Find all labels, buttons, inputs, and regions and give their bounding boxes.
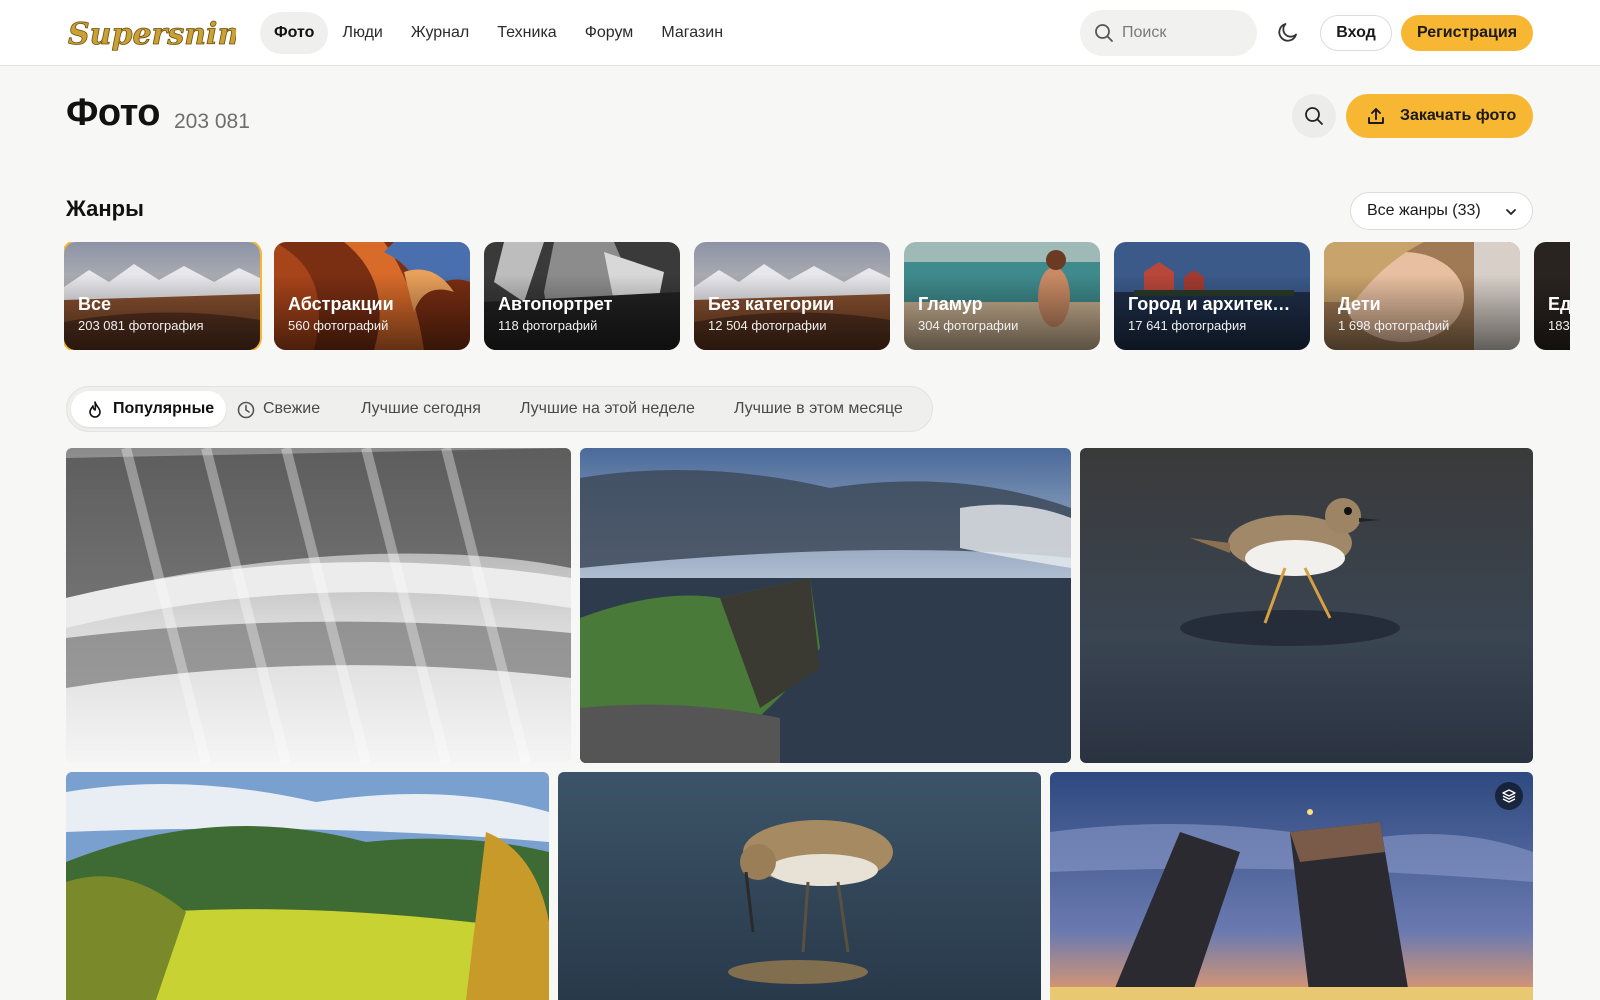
nav-item-people[interactable]: Люди [328,12,396,54]
svg-text:Supersnimki: Supersnimki [68,17,236,52]
clock-icon [237,401,255,419]
genre-name: Автопортрет [498,294,613,314]
genre-name: Без категории [708,294,835,314]
genre-card-children[interactable]: Дети 1 698 фотографий [1324,242,1520,350]
photo-sandpiper-water[interactable] [558,772,1041,1000]
genre-card-abstract[interactable]: Абстракции 560 фотографий [274,242,470,350]
genre-name: Гламур [918,294,983,314]
register-button[interactable]: Регистрация [1401,15,1533,51]
photo-total-count: 203 081 [174,110,250,133]
photo-image [66,448,571,763]
dark-mode-moon-icon[interactable] [1276,20,1300,44]
nav-item-shop[interactable]: Магазин [647,12,737,54]
photo-image [558,772,1041,1000]
all-genres-dropdown[interactable]: Все жанры (33) [1350,192,1533,230]
genre-name: Город и архитек… [1128,294,1291,314]
photo-plover-bird[interactable] [1080,448,1533,763]
main-nav: Фото Люди Журнал Техника Форум Магазин [260,12,737,54]
nav-item-journal[interactable]: Журнал [397,12,483,54]
search-icon [1305,107,1323,125]
genre-name: Дети [1338,294,1381,314]
nav-item-forum[interactable]: Форум [571,12,648,54]
upload-icon [1368,108,1384,124]
genre-count: 304 фотографии [918,318,1019,333]
login-button[interactable]: Вход [1320,15,1392,51]
top-header: Supersnimki Фото Люди Журнал Техника Фор… [0,0,1600,66]
genre-card-uncategorized[interactable]: Без категории 12 504 фотографии [694,242,890,350]
photo-filter-tabs: Популярные Свежие Лучшие сегодня Лучшие … [66,386,933,432]
genre-count: 12 504 фотографии [708,318,827,333]
photo-image [1050,772,1533,1000]
tab-best-week[interactable]: Лучшие на этой неделе [520,391,695,427]
genre-card-self-portrait[interactable]: Автопортрет 118 фотографий [484,242,680,350]
genre-name: Все [78,294,112,314]
genre-name: Еда [1548,294,1570,314]
genres-heading: Жанры [66,196,144,221]
genre-card-all[interactable]: Все 203 081 фотография [64,242,260,350]
photo-image [66,772,549,1000]
layers-icon [1502,789,1516,803]
genre-card-food[interactable]: Еда 183 [1534,242,1570,350]
nav-item-equipment[interactable]: Техника [483,12,570,54]
genre-count: 118 фотографий [498,318,598,333]
genre-count: 560 фотографий [288,318,389,333]
tab-best-today[interactable]: Лучшие сегодня [361,391,481,427]
tab-popular-label: Популярные [113,400,215,417]
photo-drawbridge-night[interactable] [1050,772,1533,1000]
photo-image [580,448,1071,763]
photo-sea-cliff[interactable] [580,448,1071,763]
genre-count: 183 [1548,318,1570,333]
chevron-down-icon [1506,209,1516,215]
tab-best-month[interactable]: Лучшие в этом месяце [734,391,903,427]
photo-image [1080,448,1533,763]
site-logo[interactable]: Supersnimki [66,10,282,56]
upload-photo-button[interactable]: Закачать фото [1346,94,1533,138]
genre-name: Абстракции [288,294,394,314]
all-genres-label: Все жанры (33) [1367,202,1481,219]
flame-icon [89,401,101,418]
photo-search-button[interactable] [1292,94,1336,138]
photo-autumn-valley[interactable] [66,772,549,1000]
genre-count: 1 698 фотографий [1338,318,1450,333]
header-search [1080,10,1257,56]
photo-foggy-forest[interactable] [66,448,571,763]
genre-card-glamour[interactable]: Гламур 304 фотографии [904,242,1100,350]
page-title: Фото [66,92,161,134]
genre-card-city-architecture[interactable]: Город и архитек… 17 641 фотография [1114,242,1310,350]
tab-fresh[interactable]: Свежие [237,391,349,427]
upload-photo-label: Закачать фото [1400,107,1517,124]
logo-wordmark: Supersnimki [68,17,282,53]
genre-carousel: Все 203 081 фотография Абстракции 560 фо… [64,242,1570,350]
tab-popular[interactable]: Популярные [71,391,226,427]
nav-item-photo[interactable]: Фото [260,12,329,54]
tab-fresh-label: Свежие [263,400,321,417]
genre-count: 17 641 фотография [1128,318,1247,333]
photo-series-badge [1495,782,1523,810]
search-icon [1095,24,1113,42]
search-input[interactable] [1122,10,1247,56]
genre-count: 203 081 фотография [78,318,204,333]
